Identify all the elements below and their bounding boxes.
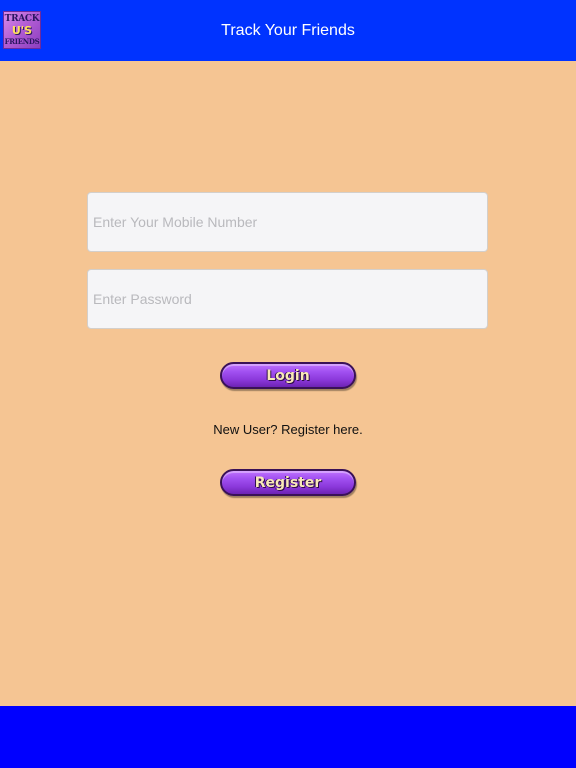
login-button[interactable]: Login — [220, 362, 356, 389]
page-title: Track Your Friends — [221, 22, 355, 39]
register-button[interactable]: Register — [220, 469, 356, 496]
app-header: TRACK U'S FRIENDS Track Your Friends — [0, 0, 576, 61]
app-footer — [0, 706, 576, 768]
new-user-label: New User? Register here. — [213, 422, 363, 437]
password-input[interactable] — [87, 269, 488, 329]
mobile-number-input[interactable] — [87, 192, 488, 252]
